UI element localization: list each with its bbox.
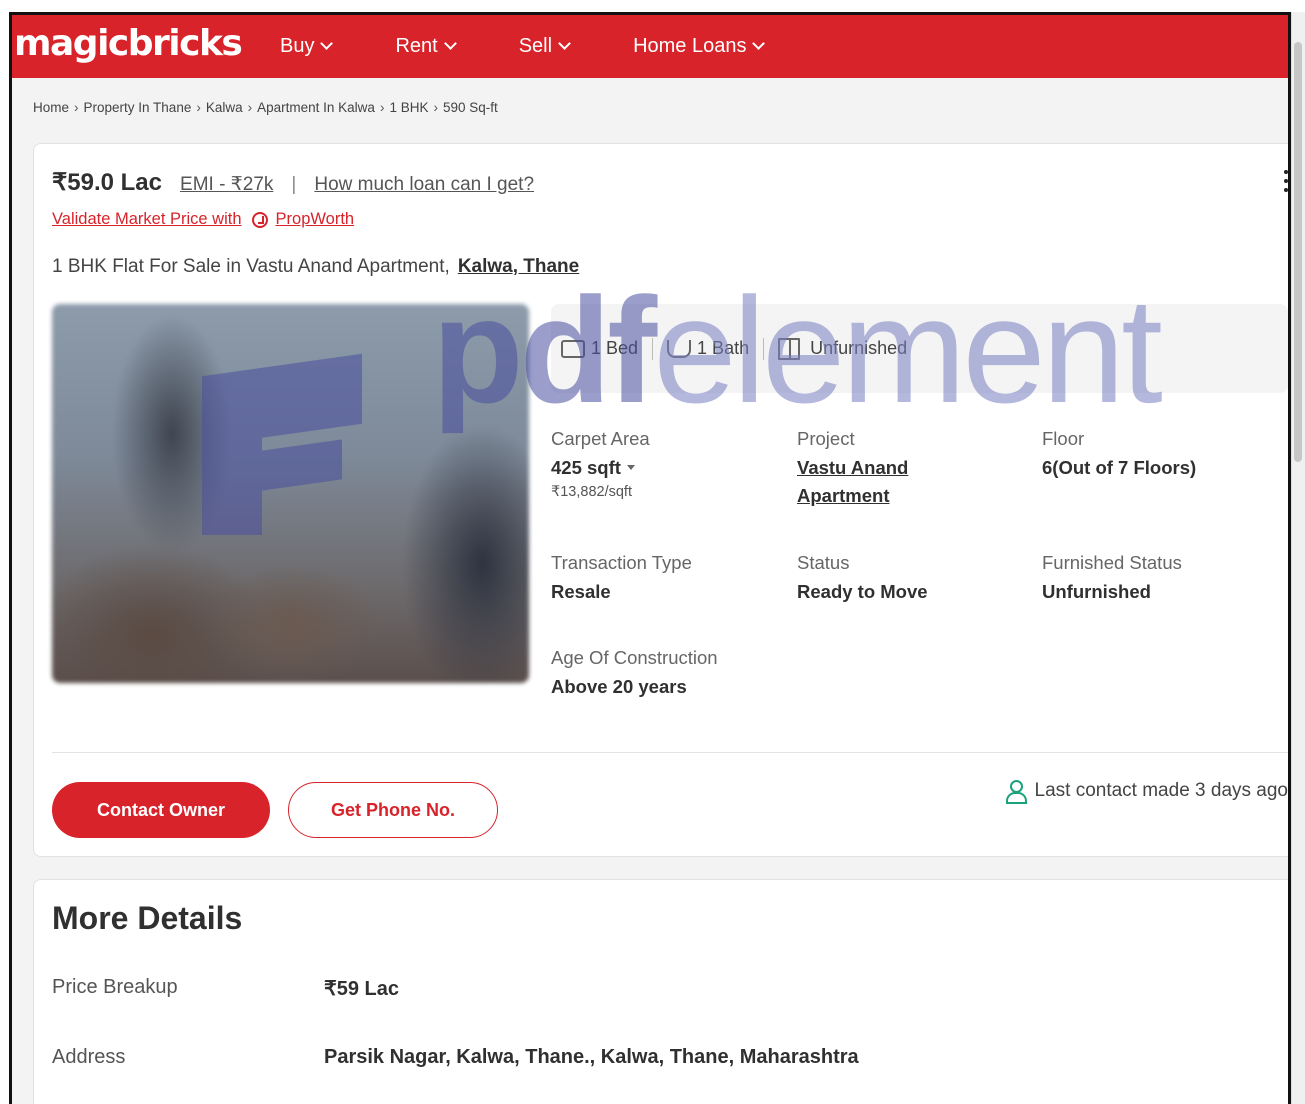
feature-divider xyxy=(652,337,654,360)
transaction-value: Resale xyxy=(551,581,611,602)
spec-label: Project xyxy=(797,428,855,449)
furnishing-feature: Unfurnished xyxy=(778,337,908,360)
detail-value: Parsik Nagar, Kalwa, Thane., Kalwa, Than… xyxy=(324,1046,859,1068)
nav-rent[interactable]: Rent xyxy=(395,35,457,58)
chevron-down-icon xyxy=(443,37,457,50)
spec-label: Floor xyxy=(1042,428,1085,449)
spec-label: Transaction Type xyxy=(551,552,692,573)
propworth-icon xyxy=(251,211,268,228)
breadcrumb: Home › Property In Thane › Kalwa › Apartment I… xyxy=(33,100,498,115)
chevron-down-icon xyxy=(558,37,571,50)
floor-value: 6(Out of 7 Floors) xyxy=(1042,457,1197,478)
card-divider xyxy=(52,752,1288,753)
validate-text: Validate Market Price with xyxy=(52,210,242,228)
emi-link[interactable]: EMI - ₹27k xyxy=(180,173,273,196)
spec-label: Age Of Construction xyxy=(551,647,718,668)
bed-feature: 1 Bed xyxy=(561,338,638,359)
bath-count: 1 Bath xyxy=(697,338,750,358)
wardrobe-icon xyxy=(778,337,801,360)
detail-key: Price Breakup xyxy=(52,976,178,998)
spec-status: Status Ready to Move xyxy=(797,552,928,606)
price-row: ₹59.0 Lac EMI - ₹27k | How much loan can… xyxy=(52,168,534,197)
spec-project: Project Vastu Anand Apartment xyxy=(797,428,908,510)
spec-age-of-construction: Age Of Construction Above 20 years xyxy=(551,647,718,701)
get-phone-button[interactable]: Get Phone No. xyxy=(288,782,498,838)
scrollbar-thumb[interactable] xyxy=(1294,42,1302,462)
furnishing-value: Unfurnished xyxy=(810,338,908,358)
property-photo[interactable] xyxy=(52,304,529,683)
price-per-sqft: ₹13,882/sqft xyxy=(551,484,632,500)
more-details-card: More Details Price Breakup ₹59 Lac Addre… xyxy=(33,879,1292,1104)
magicbricks-logo[interactable]: magicbricks xyxy=(12,25,280,62)
detail-key: Address xyxy=(52,1046,126,1068)
feature-summary-bar: 1 Bed 1 Bath Unfurnished xyxy=(551,304,1288,393)
detail-row-price-breakup: Price Breakup ₹59 Lac xyxy=(52,976,399,1001)
furnished-value: Unfurnished xyxy=(1042,581,1151,602)
nav-rent-label: Rent xyxy=(395,35,438,57)
listing-title: 1 BHK Flat For Sale in Vastu Anand Apart… xyxy=(52,256,579,278)
loan-eligibility-link[interactable]: How much loan can I get? xyxy=(314,174,534,196)
validate-market-price-link[interactable]: Validate Market Price with PropWorth xyxy=(52,210,354,229)
carpet-area-value[interactable]: 425 sqft xyxy=(551,454,650,482)
propworth-label: PropWorth xyxy=(275,210,355,228)
nav-sell-label: Sell xyxy=(518,35,553,57)
age-value: Above 20 years xyxy=(551,676,687,697)
price-separator: | xyxy=(291,174,297,195)
listing-card: ₹59.0 Lac EMI - ₹27k | How much loan can… xyxy=(33,143,1292,857)
nav-sell[interactable]: Sell xyxy=(518,35,571,58)
spec-label: Furnished Status xyxy=(1042,552,1182,573)
breadcrumb-1bhk[interactable]: 1 BHK xyxy=(389,100,428,115)
spec-label: Carpet Area xyxy=(551,428,650,449)
breadcrumb-apartment-in-kalwa[interactable]: Apartment In Kalwa xyxy=(257,100,375,115)
nav-buy-label: Buy xyxy=(280,35,315,57)
bath-feature: 1 Bath xyxy=(667,338,749,359)
chevron-down-icon xyxy=(752,37,766,50)
bathtub-icon xyxy=(667,339,692,358)
spec-transaction-type: Transaction Type Resale xyxy=(551,552,692,606)
nav-home-loans[interactable]: Home Loans xyxy=(633,35,766,58)
locality-link[interactable]: Kalwa, Thane xyxy=(458,256,579,277)
feature-divider xyxy=(763,337,765,360)
spec-floor: Floor 6(Out of 7 Floors) xyxy=(1042,428,1196,482)
spec-furnished-status: Furnished Status Unfurnished xyxy=(1042,552,1182,606)
top-navigation-bar: magicbricks Buy Rent Sell Home Loans xyxy=(12,15,1292,78)
nav-buy[interactable]: Buy xyxy=(280,35,334,58)
last-contact-text: Last contact made 3 days ago xyxy=(1034,780,1289,801)
breadcrumb-kalwa[interactable]: Kalwa xyxy=(206,100,243,115)
more-details-title: More Details xyxy=(52,900,243,936)
listing-title-text: 1 BHK Flat For Sale in Vastu Anand Apart… xyxy=(52,256,450,277)
detail-value: ₹59 Lac xyxy=(324,978,399,1000)
breadcrumb-590-sqft: 590 Sq-ft xyxy=(442,100,498,115)
caret-down-icon xyxy=(626,465,635,470)
nav-home-loans-label: Home Loans xyxy=(633,35,747,57)
bed-icon xyxy=(561,339,585,358)
bed-count: 1 Bed xyxy=(591,338,639,358)
spec-carpet-area: Carpet Area 425 sqft ₹13,882/sqft xyxy=(551,428,650,500)
chevron-down-icon xyxy=(320,37,334,50)
spec-label: Status xyxy=(797,552,850,573)
vertical-scrollbar[interactable] xyxy=(1291,12,1305,1104)
project-link[interactable]: Vastu Anand Apartment xyxy=(797,454,908,510)
breadcrumb-property-in-thane[interactable]: Property In Thane xyxy=(84,100,192,115)
detail-row-address: Address Parsik Nagar, Kalwa, Thane., Kal… xyxy=(52,1046,859,1069)
browser-viewport: magicbricks Buy Rent Sell Home Loans Hom… xyxy=(9,12,1292,1104)
person-icon xyxy=(1005,780,1027,804)
contact-owner-button[interactable]: Contact Owner xyxy=(52,782,270,838)
listing-price: ₹59.0 Lac xyxy=(52,169,163,196)
status-value: Ready to Move xyxy=(797,581,928,602)
last-contact-info: Last contact made 3 days ago xyxy=(1005,780,1289,804)
breadcrumb-home[interactable]: Home xyxy=(33,100,69,115)
